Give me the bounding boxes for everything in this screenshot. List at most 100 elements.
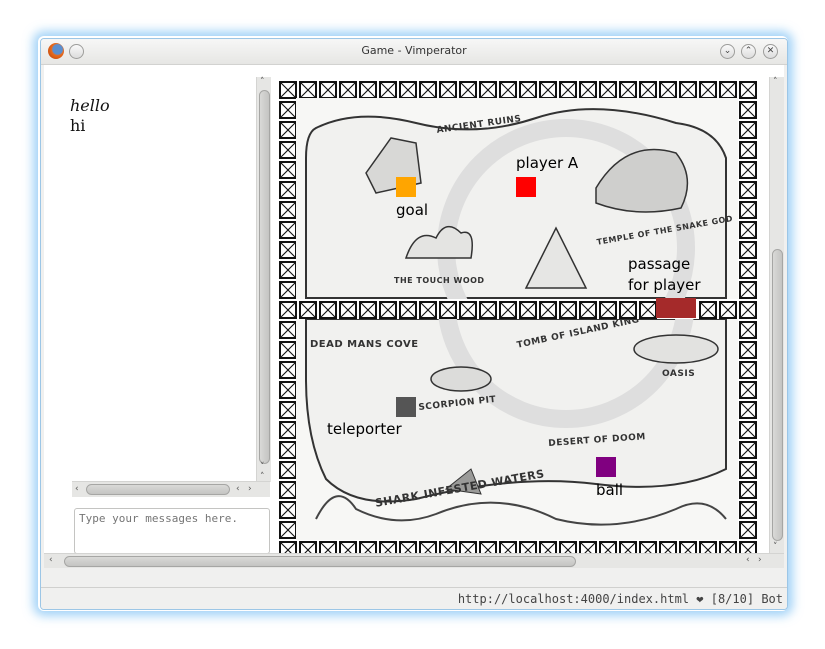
wall-cell <box>439 81 457 99</box>
wall-cell <box>699 81 717 99</box>
maximize-button[interactable]: ⌃ <box>741 44 756 59</box>
wall-cell <box>739 441 757 459</box>
wall-cell <box>379 301 397 319</box>
wall-cell <box>279 461 297 479</box>
chat-vertical-scroll-thumb[interactable] <box>259 90 270 464</box>
wall-cell <box>639 301 657 319</box>
wall-cell <box>559 301 577 319</box>
wall-cell <box>279 421 297 439</box>
chat-horizontal-scrollbar[interactable]: ‹ ‹ › <box>72 481 270 497</box>
window-title: Game - Vimperator <box>361 44 467 57</box>
teleporter-marker[interactable] <box>396 397 416 417</box>
wall-cell <box>359 81 377 99</box>
page-vertical-scroll-thumb[interactable] <box>772 249 783 541</box>
wall-cell <box>739 301 757 319</box>
wall-cell <box>279 261 297 279</box>
message-input[interactable] <box>74 508 270 554</box>
scroll-up-icon[interactable]: ˄ <box>260 78 265 87</box>
wall-cell <box>559 81 577 99</box>
ball-marker[interactable] <box>596 457 616 477</box>
wall-cell <box>459 81 477 99</box>
wall-cell <box>499 81 517 99</box>
scroll-right-icon[interactable]: › <box>248 485 252 494</box>
scroll-down-icon[interactable]: ˅ <box>260 463 265 472</box>
player-a-label: player A <box>516 154 579 172</box>
page-scroll-up-icon[interactable]: ˄ <box>773 78 778 87</box>
wall-cell <box>539 81 557 99</box>
wall-cell <box>739 421 757 439</box>
wall-cell <box>299 301 317 319</box>
wall-cell <box>419 81 437 99</box>
close-button[interactable]: ✕ <box>763 44 778 59</box>
wall-cell <box>279 241 297 259</box>
game-board[interactable]: ANCIENT RUINS TEMPLE OF THE SNAKE GOD TH… <box>277 79 757 559</box>
wall-cell <box>519 301 537 319</box>
wall-cell <box>539 301 557 319</box>
scroll-left-icon-2[interactable]: ‹ <box>236 485 240 494</box>
goal-label: goal <box>396 201 429 219</box>
wall-cell <box>739 401 757 419</box>
wall-cell <box>419 301 437 319</box>
wall-cell <box>279 441 297 459</box>
wall-cell <box>739 181 757 199</box>
teleporter-label: teleporter <box>327 420 402 438</box>
wall-cell <box>659 81 677 99</box>
wall-cell <box>279 381 297 399</box>
scroll-left-icon[interactable]: ‹ <box>75 485 79 494</box>
page-scroll-right-icon[interactable]: › <box>758 556 762 565</box>
wall-cell <box>279 481 297 499</box>
map-label-touch-wood: THE TOUCH WOOD <box>394 276 485 285</box>
wall-cell <box>739 281 757 299</box>
chat-vertical-scrollbar[interactable]: ˄ ˅ ˄ <box>256 77 271 482</box>
page-scroll-left-icon[interactable]: ‹ <box>49 556 53 565</box>
chat-message-hello: hello <box>70 96 110 115</box>
page-horizontal-scroll-thumb[interactable] <box>64 556 576 567</box>
wall-cell <box>679 81 697 99</box>
passage-for-player[interactable] <box>656 298 696 318</box>
wall-cell <box>339 81 357 99</box>
status-url[interactable]: http://localhost:4000/index.html <box>458 592 689 606</box>
wall-cell <box>279 81 297 99</box>
wall-cell <box>279 361 297 379</box>
wall-cell <box>739 221 757 239</box>
minimize-button[interactable]: ⌄ <box>720 44 735 59</box>
wall-cell <box>479 81 497 99</box>
wall-cell <box>379 81 397 99</box>
title-bar[interactable]: Game - Vimperator ⌄ ⌃ ✕ <box>41 39 787 65</box>
page-horizontal-scrollbar[interactable]: ‹ ‹ › <box>44 553 784 568</box>
wall-cell <box>739 201 757 219</box>
wall-cell <box>279 301 297 319</box>
wall-cell <box>739 361 757 379</box>
wall-cell <box>279 521 297 539</box>
goal-marker[interactable] <box>396 177 416 197</box>
wall-cell <box>519 81 537 99</box>
wall-cell <box>279 101 297 119</box>
wall-cell <box>279 181 297 199</box>
wall-cell <box>739 141 757 159</box>
wall-cell <box>739 381 757 399</box>
page-scroll-down-icon[interactable]: ˅ <box>773 543 778 552</box>
wall-cell <box>739 101 757 119</box>
wall-cell <box>499 301 517 319</box>
wall-cell <box>439 301 457 319</box>
chat-horizontal-scroll-thumb[interactable] <box>86 484 230 495</box>
wall-cell <box>399 81 417 99</box>
wall-cell <box>279 201 297 219</box>
passage-label-line1: passage <box>628 255 691 273</box>
page-scroll-left-icon-2[interactable]: ‹ <box>746 556 750 565</box>
wall-cell <box>459 301 477 319</box>
wall-cell <box>599 301 617 319</box>
player-a-marker[interactable] <box>516 177 536 197</box>
wall-cell <box>739 241 757 259</box>
wall-cell <box>279 341 297 359</box>
page-vertical-scrollbar[interactable]: ˄ ˅ <box>769 77 784 554</box>
wall-cell <box>279 321 297 339</box>
wall-cell <box>699 301 717 319</box>
wall-cell <box>739 121 757 139</box>
wall-cell <box>619 301 637 319</box>
wall-cell <box>739 481 757 499</box>
wall-cell <box>399 301 417 319</box>
map-label-dead-mans-cove: DEAD MANS COVE <box>310 339 419 350</box>
wall-cell <box>639 81 657 99</box>
wall-cell <box>599 81 617 99</box>
